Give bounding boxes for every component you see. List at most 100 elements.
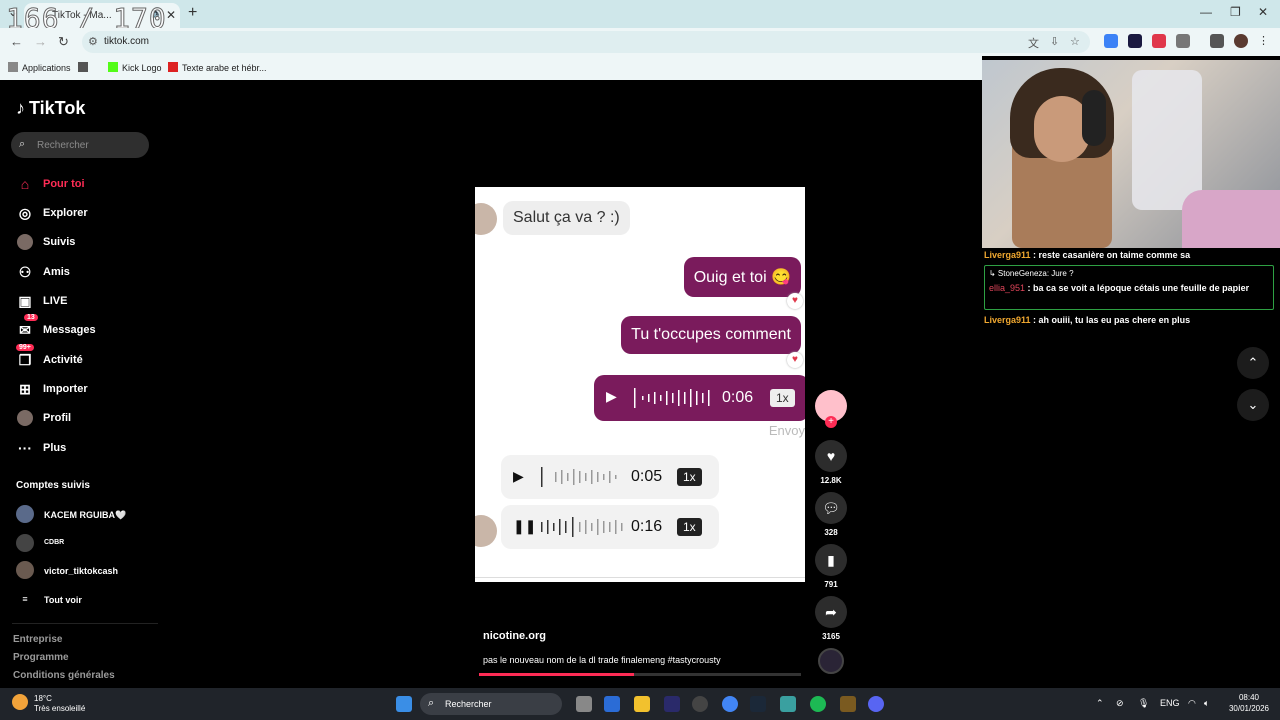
nav-activite[interactable]: ❐ 99+ Activité [16, 344, 166, 372]
divider [475, 577, 805, 578]
nav-pour-toi[interactable]: ⌂ Pour toi [16, 174, 166, 196]
nav-messages[interactable]: ✉ 13 Messages [16, 314, 166, 342]
volume-icon[interactable]: 🔈︎ [1204, 698, 1209, 709]
app-icon[interactable] [780, 696, 796, 712]
file-explorer-icon[interactable] [634, 696, 650, 712]
menu-kebab-icon[interactable]: ⋮ [1258, 34, 1272, 48]
video-progress-bar[interactable] [479, 673, 801, 676]
voice-speed: 1x [677, 518, 702, 536]
spotify-icon[interactable] [810, 696, 826, 712]
nav-live[interactable]: ▣ LIVE [16, 291, 166, 313]
obs-icon[interactable] [692, 696, 708, 712]
bookmark-site-icon [168, 62, 178, 72]
waveform-icon [634, 388, 710, 408]
extension-icon[interactable] [1128, 34, 1142, 48]
video-player[interactable]: Salut ça va ? :) Ouig et toi 😋 ♥ Tu t'oc… [475, 187, 805, 582]
task-view-icon[interactable] [576, 696, 592, 712]
nav-suivis[interactable]: Suivis [16, 232, 166, 254]
chair [1132, 70, 1202, 210]
steam-icon[interactable] [750, 696, 766, 712]
previous-video-button[interactable]: ⌃ [1237, 347, 1269, 379]
time: 08:40 [1238, 693, 1260, 702]
comment-button[interactable]: 💬︎ 328 [815, 492, 847, 537]
chat-message: ellia_951 : ba ca se voit a lépoque céta… [989, 282, 1273, 295]
footer-link[interactable]: Programme [13, 652, 69, 663]
heart-reaction-icon: ♥ [787, 352, 803, 368]
premiere-icon[interactable] [664, 696, 680, 712]
extensions-puzzle-icon[interactable] [1176, 34, 1190, 48]
site-info-icon[interactable]: ⚙ [88, 35, 98, 48]
translate-icon[interactable]: 文 [1028, 35, 1039, 51]
activity-badge: 99+ [16, 344, 34, 351]
heart-icon: ♥ [815, 440, 847, 472]
list-icon: ≡ [22, 594, 28, 604]
restore-button[interactable]: ❐ [1230, 5, 1241, 19]
chat-username: Liverga911 [984, 315, 1031, 325]
nav-plus[interactable]: ··· Plus [16, 438, 166, 460]
close-window-button[interactable]: ✕ [1258, 5, 1268, 19]
message-bubble-received: Salut ça va ? :) [503, 201, 630, 235]
voice-message-sent: ▶ 0:06 1x [594, 375, 805, 421]
comment-count: 328 [824, 528, 838, 537]
like-button[interactable]: ♥ 12.8K [815, 440, 847, 485]
bookmark-texte-arabe[interactable]: Texte arabe et hébr... [168, 62, 267, 73]
minimize-button[interactable]: — [1200, 5, 1212, 19]
address-bar[interactable]: ⚙ tiktok.com 文 ⇩ ☆ [82, 31, 1090, 53]
wifi-icon[interactable]: ◠ [1188, 698, 1196, 709]
search-input[interactable]: ⌕ Rechercher [11, 132, 149, 158]
date: 30/01/2026 [1228, 704, 1270, 713]
reading-list-icon[interactable] [1210, 34, 1224, 48]
share-button[interactable]: ➦ 3165 [815, 596, 847, 641]
profile-avatar-icon[interactable] [1234, 34, 1248, 48]
nav-explorer[interactable]: ◎ Explorer [16, 203, 166, 225]
upload-icon: ⊞ [19, 381, 31, 397]
pause-icon: ❚❚ [513, 518, 537, 534]
bookmark-star-icon[interactable]: ☆ [1070, 35, 1080, 48]
nav-amis[interactable]: ⚇ Amis [16, 262, 166, 284]
clock[interactable]: 08:40 30/01/2026 [1224, 692, 1274, 714]
bookmark-folder[interactable] [78, 62, 92, 73]
app-icon[interactable] [604, 696, 620, 712]
bookmark-applications[interactable]: Applications [8, 62, 71, 73]
footer-link[interactable]: Entreprise [13, 634, 62, 645]
footer-link[interactable]: Conditions générales [13, 670, 115, 681]
microphone-icon[interactable]: 🎙︎ [1138, 698, 1149, 709]
follow-plus-icon[interactable]: + [825, 416, 837, 428]
chat-text: : ah ouiii, tu las eu pas chere en plus [1030, 315, 1191, 325]
chat-text: : reste casanière on taime comme sa [1030, 250, 1191, 260]
following-avatar-icon [16, 234, 34, 253]
back-button[interactable]: ← [10, 34, 23, 49]
divider [12, 623, 158, 624]
music-disc-icon[interactable] [818, 648, 844, 674]
progress-fill [479, 673, 634, 676]
chrome-icon[interactable] [722, 696, 738, 712]
voice-duration: 0:05 [631, 468, 663, 485]
language-indicator[interactable]: ENG [1160, 698, 1180, 708]
discord-icon[interactable] [868, 696, 884, 712]
save-button[interactable]: ▮ 791 [815, 544, 847, 589]
background-blanket [1182, 190, 1280, 248]
video-username[interactable]: nicotine.org [483, 630, 546, 642]
extension-icon[interactable] [1104, 34, 1118, 48]
next-video-button[interactable]: ⌄ [1237, 389, 1269, 421]
close-tab-icon[interactable]: ✕ [166, 8, 176, 22]
chevron-up-icon[interactable]: ⌃ [1096, 698, 1104, 709]
bookmark-kick-logo[interactable]: Kick Logo [108, 62, 162, 73]
tray-icon[interactable]: ⊘ [1116, 698, 1124, 709]
app-icon[interactable] [840, 696, 856, 712]
tiktok-logo[interactable]: ♪ TikTok [16, 98, 85, 119]
share-count: 3165 [822, 632, 840, 641]
install-app-icon[interactable]: ⇩ [1050, 35, 1059, 48]
reload-button[interactable]: ↻ [58, 34, 69, 50]
extension-icon[interactable] [1152, 34, 1166, 48]
waveform-icon [541, 517, 623, 537]
nav-importer[interactable]: ⊞ Importer [16, 379, 166, 401]
tiktok-page: ♪ TikTok ⌕ Rechercher ⌂ Pour toi ◎ Explorer… [0, 80, 982, 688]
forward-button[interactable]: → [34, 34, 47, 49]
chat-reply: ↳ StoneGeneza: Jure ? ellia_951 : ba ca … [984, 265, 1274, 310]
taskbar-search[interactable]: ⌕ Rechercher [420, 693, 562, 715]
followed-accounts-title: Comptes suivis [16, 480, 90, 491]
nav-profil[interactable]: Profil [16, 408, 166, 430]
windows-start-icon[interactable] [396, 696, 412, 712]
new-tab-button[interactable]: + [188, 4, 197, 22]
